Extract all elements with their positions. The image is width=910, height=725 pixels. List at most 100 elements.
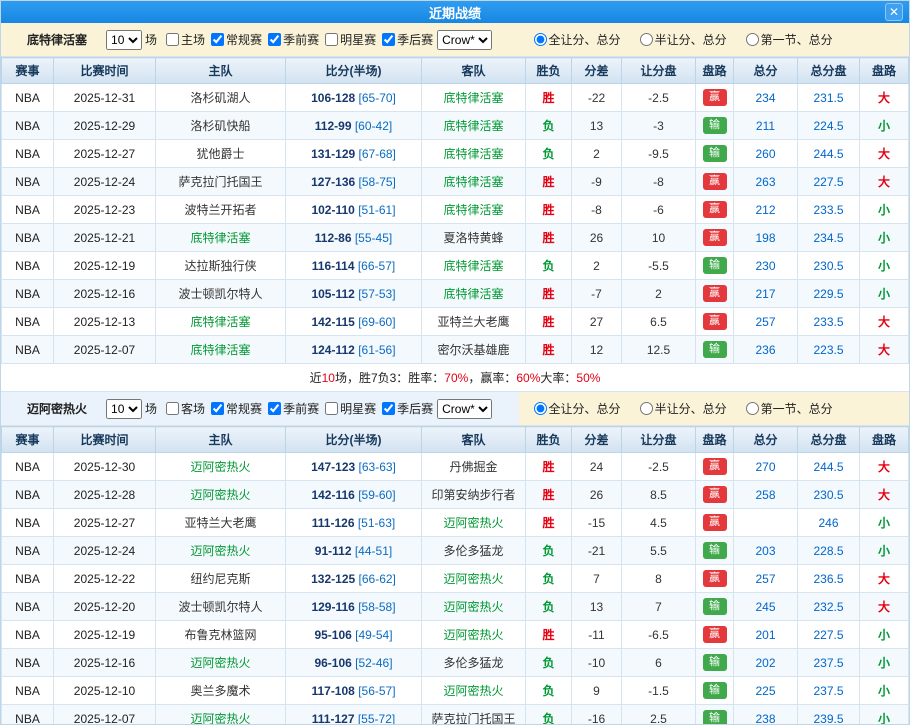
radio-full-handicap-total[interactable]: 全让分、总分 [529, 31, 621, 48]
radio-input[interactable] [746, 33, 759, 46]
handicap-result-badge: 输 [703, 341, 727, 358]
pistons-summary: 近 10 场，胜7负3：胜率：70%，赢率：60% 大率：50% [1, 364, 909, 392]
checkbox-preseason[interactable]: 季前赛 [263, 400, 319, 417]
checkbox-venue[interactable]: 客场 [161, 400, 205, 417]
result-cell: 胜 [526, 84, 572, 112]
result-cell: 负 [526, 252, 572, 280]
home-team-cell: 波士顿凯尔特人 [156, 593, 286, 621]
radio-input[interactable] [640, 402, 653, 415]
filter-controls: 迈阿密热火 10 场 客场 常规赛 季前赛 明星赛 季后赛 Crow* [1, 392, 519, 425]
column-header: 比分(半场) [286, 58, 422, 84]
total-points-cell: 263 [734, 168, 798, 196]
away-team-cell: 底特律活塞 [422, 112, 526, 140]
radio-input[interactable] [640, 33, 653, 46]
preseason-checkbox[interactable] [268, 402, 281, 415]
total-line-cell: 231.5 [798, 84, 860, 112]
full-score: 95-106 [314, 628, 351, 642]
radio-label: 半让分、总分 [655, 31, 727, 48]
radio-full-handicap-total[interactable]: 全让分、总分 [529, 400, 621, 417]
radio-half-handicap-total[interactable]: 半让分、总分 [635, 31, 727, 48]
score-cell: 112-86 [55-45] [286, 224, 422, 252]
handicap-line-cell: -2.5 [622, 453, 696, 481]
date-cell: 2025-12-23 [54, 196, 156, 224]
date-cell: 2025-12-07 [54, 705, 156, 725]
half-score: [58-75] [359, 175, 396, 189]
home-team-cell: 迈阿密热火 [156, 481, 286, 509]
radio-first-quarter-total[interactable]: 第一节、总分 [741, 400, 833, 417]
handicap-line-cell: 2 [622, 280, 696, 308]
checkbox-allstar[interactable]: 明星赛 [320, 400, 376, 417]
score-cell: 131-129 [67-68] [286, 140, 422, 168]
total-points-cell: 202 [734, 649, 798, 677]
column-header: 分差 [572, 58, 622, 84]
game-row: NBA2025-12-07迈阿密热火111-127 [55-72]萨克拉门托国王… [2, 705, 909, 725]
radio-input[interactable] [534, 402, 547, 415]
playoffs-checkbox[interactable] [382, 33, 395, 46]
game-row: NBA2025-12-31洛杉矶湖人106-128 [65-70]底特律活塞胜-… [2, 84, 909, 112]
game-row: NBA2025-12-16波士顿凯尔特人105-112 [57-53]底特律活塞… [2, 280, 909, 308]
checkbox-playoffs[interactable]: 季后赛 [377, 31, 433, 48]
game-row: NBA2025-12-28迈阿密热火142-116 [59-60]印第安纳步行者… [2, 481, 909, 509]
radio-input[interactable] [534, 33, 547, 46]
score-cell: 91-112 [44-51] [286, 537, 422, 565]
date-cell: 2025-12-10 [54, 677, 156, 705]
total-result-cell: 大 [860, 308, 909, 336]
full-score: 116-114 [312, 259, 355, 273]
summary-segment: 60% [516, 371, 540, 385]
full-score: 147-123 [311, 460, 355, 474]
bookmaker-select[interactable]: Crow* [437, 399, 492, 419]
handicap-result-badge: 赢 [703, 486, 727, 503]
result-cell: 胜 [526, 453, 572, 481]
column-header: 比赛时间 [54, 58, 156, 84]
playoffs-checkbox[interactable] [382, 402, 395, 415]
checkbox-playoffs[interactable]: 季后赛 [377, 400, 433, 417]
score-cell: 111-126 [51-63] [286, 509, 422, 537]
home-team-cell: 底特律活塞 [156, 224, 286, 252]
league-cell: NBA [2, 112, 54, 140]
game-row: NBA2025-12-24迈阿密热火91-112 [44-51]多伦多猛龙负-2… [2, 537, 909, 565]
away-team-cell: 迈阿密热火 [422, 677, 526, 705]
allstar-checkbox[interactable] [325, 402, 338, 415]
checkbox-regular-season[interactable]: 常规赛 [206, 31, 262, 48]
checkbox-allstar[interactable]: 明星赛 [320, 31, 376, 48]
point-diff-cell: 26 [572, 224, 622, 252]
point-diff-cell: 7 [572, 565, 622, 593]
handicap-line-cell: 12.5 [622, 336, 696, 364]
result-cell: 胜 [526, 336, 572, 364]
preseason-checkbox[interactable] [268, 33, 281, 46]
checkbox-venue[interactable]: 主场 [161, 31, 205, 48]
games-count-select[interactable]: 10 [106, 30, 142, 50]
handicap-result-badge: 输 [703, 542, 727, 559]
checkbox-label: 常规赛 [226, 31, 262, 48]
radio-first-quarter-total[interactable]: 第一节、总分 [741, 31, 833, 48]
venue-checkbox[interactable] [166, 33, 179, 46]
close-icon[interactable]: ✕ [885, 3, 903, 21]
total-line-cell: 246 [798, 509, 860, 537]
point-diff-cell: 9 [572, 677, 622, 705]
bookmaker-select[interactable]: Crow* [437, 30, 492, 50]
score-cell: 111-127 [55-72] [286, 705, 422, 725]
home-team-cell: 波士顿凯尔特人 [156, 280, 286, 308]
home-team-cell: 迈阿密热火 [156, 453, 286, 481]
regular-season-checkbox[interactable] [211, 402, 224, 415]
total-result-cell: 小 [860, 509, 909, 537]
handicap-line-cell: -6 [622, 196, 696, 224]
venue-checkbox[interactable] [166, 402, 179, 415]
handicap-result-badge: 赢 [703, 229, 727, 246]
point-diff-cell: -10 [572, 649, 622, 677]
allstar-checkbox[interactable] [325, 33, 338, 46]
point-diff-cell: -9 [572, 168, 622, 196]
checkbox-regular-season[interactable]: 常规赛 [206, 400, 262, 417]
heat-filter-bar: 迈阿密热火 10 场 客场 常规赛 季前赛 明星赛 季后赛 Crow* 全让分、… [1, 392, 909, 426]
radio-input[interactable] [746, 402, 759, 415]
point-diff-cell: -15 [572, 509, 622, 537]
total-result-cell: 大 [860, 336, 909, 364]
radio-half-handicap-total[interactable]: 半让分、总分 [635, 400, 727, 417]
games-count-select[interactable]: 10 [106, 399, 142, 419]
regular-season-checkbox[interactable] [211, 33, 224, 46]
column-header: 盘路 [696, 58, 734, 84]
checkbox-preseason[interactable]: 季前赛 [263, 31, 319, 48]
away-team-cell: 密尔沃基雄鹿 [422, 336, 526, 364]
score-cell: 127-136 [58-75] [286, 168, 422, 196]
date-cell: 2025-12-16 [54, 280, 156, 308]
